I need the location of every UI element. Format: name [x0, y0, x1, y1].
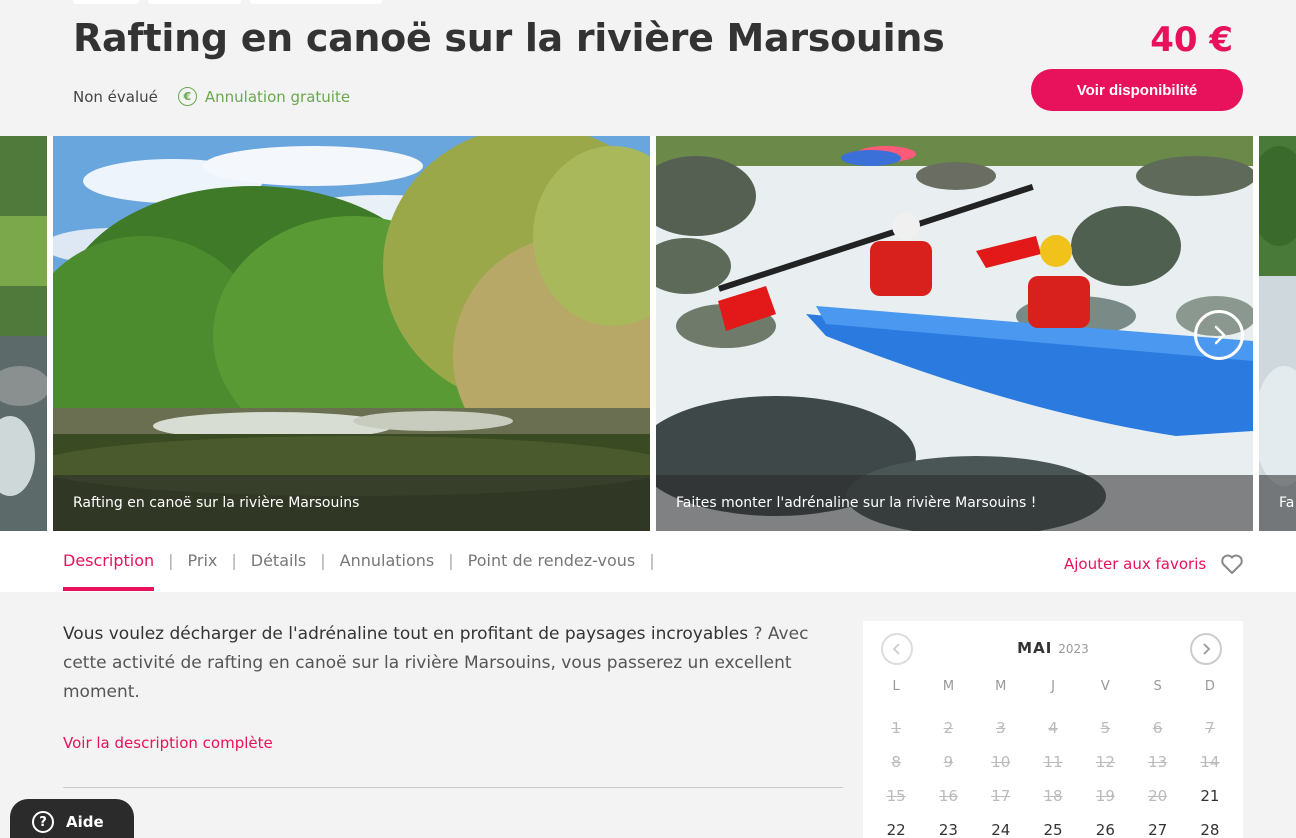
gallery-slide-partial-right: Fa	[1259, 136, 1296, 531]
calendar-next-button[interactable]	[1190, 633, 1222, 665]
river-landscape-photo	[53, 136, 650, 531]
tab-separator: |	[320, 551, 326, 570]
gallery-slide[interactable]: Rafting en canoë sur la rivière Marsouin…	[53, 136, 650, 531]
tab-description[interactable]: Description	[63, 551, 155, 591]
calendar-day-unavailable: 5	[1100, 719, 1111, 737]
calendar-day-unavailable: 6	[1152, 719, 1163, 737]
calendar-day[interactable]: 24	[975, 821, 1027, 838]
full-description-link[interactable]: Voir la description complète	[63, 734, 273, 752]
tab-details[interactable]: Détails	[251, 551, 306, 570]
breadcrumb-fragment	[250, 0, 382, 4]
calendar-day[interactable]: 21	[1184, 787, 1236, 821]
slide-caption-text: Faites monter l'adrénaline sur la rivièr…	[676, 495, 1037, 511]
calendar-day-unavailable: 18	[1043, 787, 1063, 805]
calendar-day-unavailable: 9	[943, 753, 954, 771]
slide-caption: Faites monter l'adrénaline sur la rivièr…	[656, 475, 1253, 531]
divider	[63, 787, 843, 788]
chevron-right-icon	[1203, 643, 1211, 655]
price: 40 €	[1150, 20, 1233, 60]
photo-gallery: Rafting en canoë sur la rivière Marsouin…	[0, 136, 1296, 531]
calendar-day-unavailable: 1	[891, 719, 901, 737]
slide-caption: Fa	[1259, 475, 1296, 531]
calendar-weekday: M	[942, 679, 955, 694]
calendar-weekday: M	[995, 679, 1007, 694]
calendar-day[interactable]: 28	[1184, 821, 1236, 838]
calendar-month: MAI	[1017, 639, 1053, 657]
calendar-day-unavailable: 8	[891, 753, 901, 771]
calendar-day[interactable]: 26	[1079, 821, 1131, 838]
calendar-day-unavailable: 4	[1048, 719, 1058, 737]
free-cancellation: € Annulation gratuite	[177, 87, 351, 106]
calendar-month-label: MAI 2023	[863, 639, 1243, 657]
tab-separator: |	[649, 551, 655, 570]
chevron-right-icon	[1214, 325, 1226, 345]
calendar-day[interactable]: 22	[870, 821, 922, 838]
canoe-rapids-photo	[656, 136, 1253, 531]
calendar-day[interactable]: 25	[1027, 821, 1079, 838]
calendar-day-unavailable: 12	[1095, 753, 1115, 771]
gallery-next-button[interactable]	[1194, 310, 1244, 360]
slide-caption-text: Rafting en canoë sur la rivière Marsouin…	[73, 495, 360, 511]
calendar-weekday: V	[1100, 679, 1110, 694]
calendar-weekday: J	[1051, 679, 1055, 694]
section-tabs: Description | Prix | Détails | Annulatio…	[63, 551, 669, 591]
tab-separator: |	[168, 551, 174, 570]
calendar-year: 2023	[1058, 642, 1089, 656]
calendar-weekday: D	[1204, 679, 1215, 694]
breadcrumb-fragment	[148, 0, 241, 4]
calendar-day-unavailable: 13	[1148, 753, 1168, 771]
availability-calendar: MAI 2023 L M M J V S D 1 2 3 4 5 6 7 8 9 10 11 12 13 14 15 16 17…	[863, 621, 1243, 838]
gallery-slide[interactable]: Faites monter l'adrénaline sur la rivièr…	[656, 136, 1253, 531]
calendar-day-unavailable: 16	[938, 787, 958, 805]
calendar-day-unavailable: 19	[1095, 787, 1115, 805]
calendar-day-unavailable: 17	[991, 787, 1011, 805]
section-tabs-bar: Description | Prix | Détails | Annulatio…	[0, 531, 1296, 592]
help-button[interactable]: ? Aide	[10, 799, 134, 838]
calendar-day-unavailable: 2	[943, 719, 954, 737]
tab-price[interactable]: Prix	[188, 551, 218, 570]
help-label: Aide	[66, 813, 104, 831]
tab-separator: |	[231, 551, 237, 570]
page-title: Rafting en canoë sur la rivière Marsouin…	[73, 16, 945, 60]
availability-button[interactable]: Voir disponibilité	[1031, 69, 1243, 111]
calendar-day-unavailable: 14	[1200, 753, 1220, 771]
calendar-day-unavailable: 20	[1148, 787, 1168, 805]
euro-icon: €	[177, 87, 197, 106]
heart-icon	[1221, 554, 1243, 574]
calendar-day-unavailable: 3	[995, 719, 1006, 737]
description-lead: Vous voulez décharger de l'adrénaline to…	[63, 624, 749, 644]
tab-cancellations[interactable]: Annulations	[340, 551, 435, 570]
description-text: Vous voulez décharger de l'adrénaline to…	[63, 620, 843, 707]
slide-caption-text: Fa	[1279, 495, 1295, 511]
tab-separator: |	[448, 551, 454, 570]
calendar-day-unavailable: 11	[1043, 753, 1063, 771]
calendar-grid: L M M J V S D 1 2 3 4 5 6 7 8 9 10 11 12 13 14 15 16 17 18 19 20 21…	[870, 679, 1236, 838]
calendar-day-unavailable: 7	[1205, 719, 1215, 737]
calendar-day[interactable]: 23	[922, 821, 974, 838]
help-icon: ?	[32, 811, 54, 833]
breadcrumb-fragment	[73, 0, 139, 4]
gallery-slide-partial-left	[0, 136, 47, 531]
activity-meta: Non évalué € Annulation gratuite	[73, 87, 350, 106]
add-to-favorites[interactable]: Ajouter aux favoris	[1064, 553, 1244, 575]
calendar-day[interactable]: 27	[1131, 821, 1183, 838]
calendar-weekday: L	[892, 679, 900, 694]
calendar-day-unavailable: 10	[991, 753, 1011, 771]
free-cancellation-label: Annulation gratuite	[204, 87, 351, 106]
slide-caption: Rafting en canoë sur la rivière Marsouin…	[53, 475, 650, 531]
calendar-weekday: S	[1153, 679, 1162, 694]
add-to-favorites-label: Ajouter aux favoris	[1064, 555, 1207, 573]
rating-status: Non évalué	[73, 87, 158, 106]
tab-meeting-point[interactable]: Point de rendez-vous	[468, 551, 636, 570]
calendar-day-unavailable: 15	[886, 787, 906, 805]
